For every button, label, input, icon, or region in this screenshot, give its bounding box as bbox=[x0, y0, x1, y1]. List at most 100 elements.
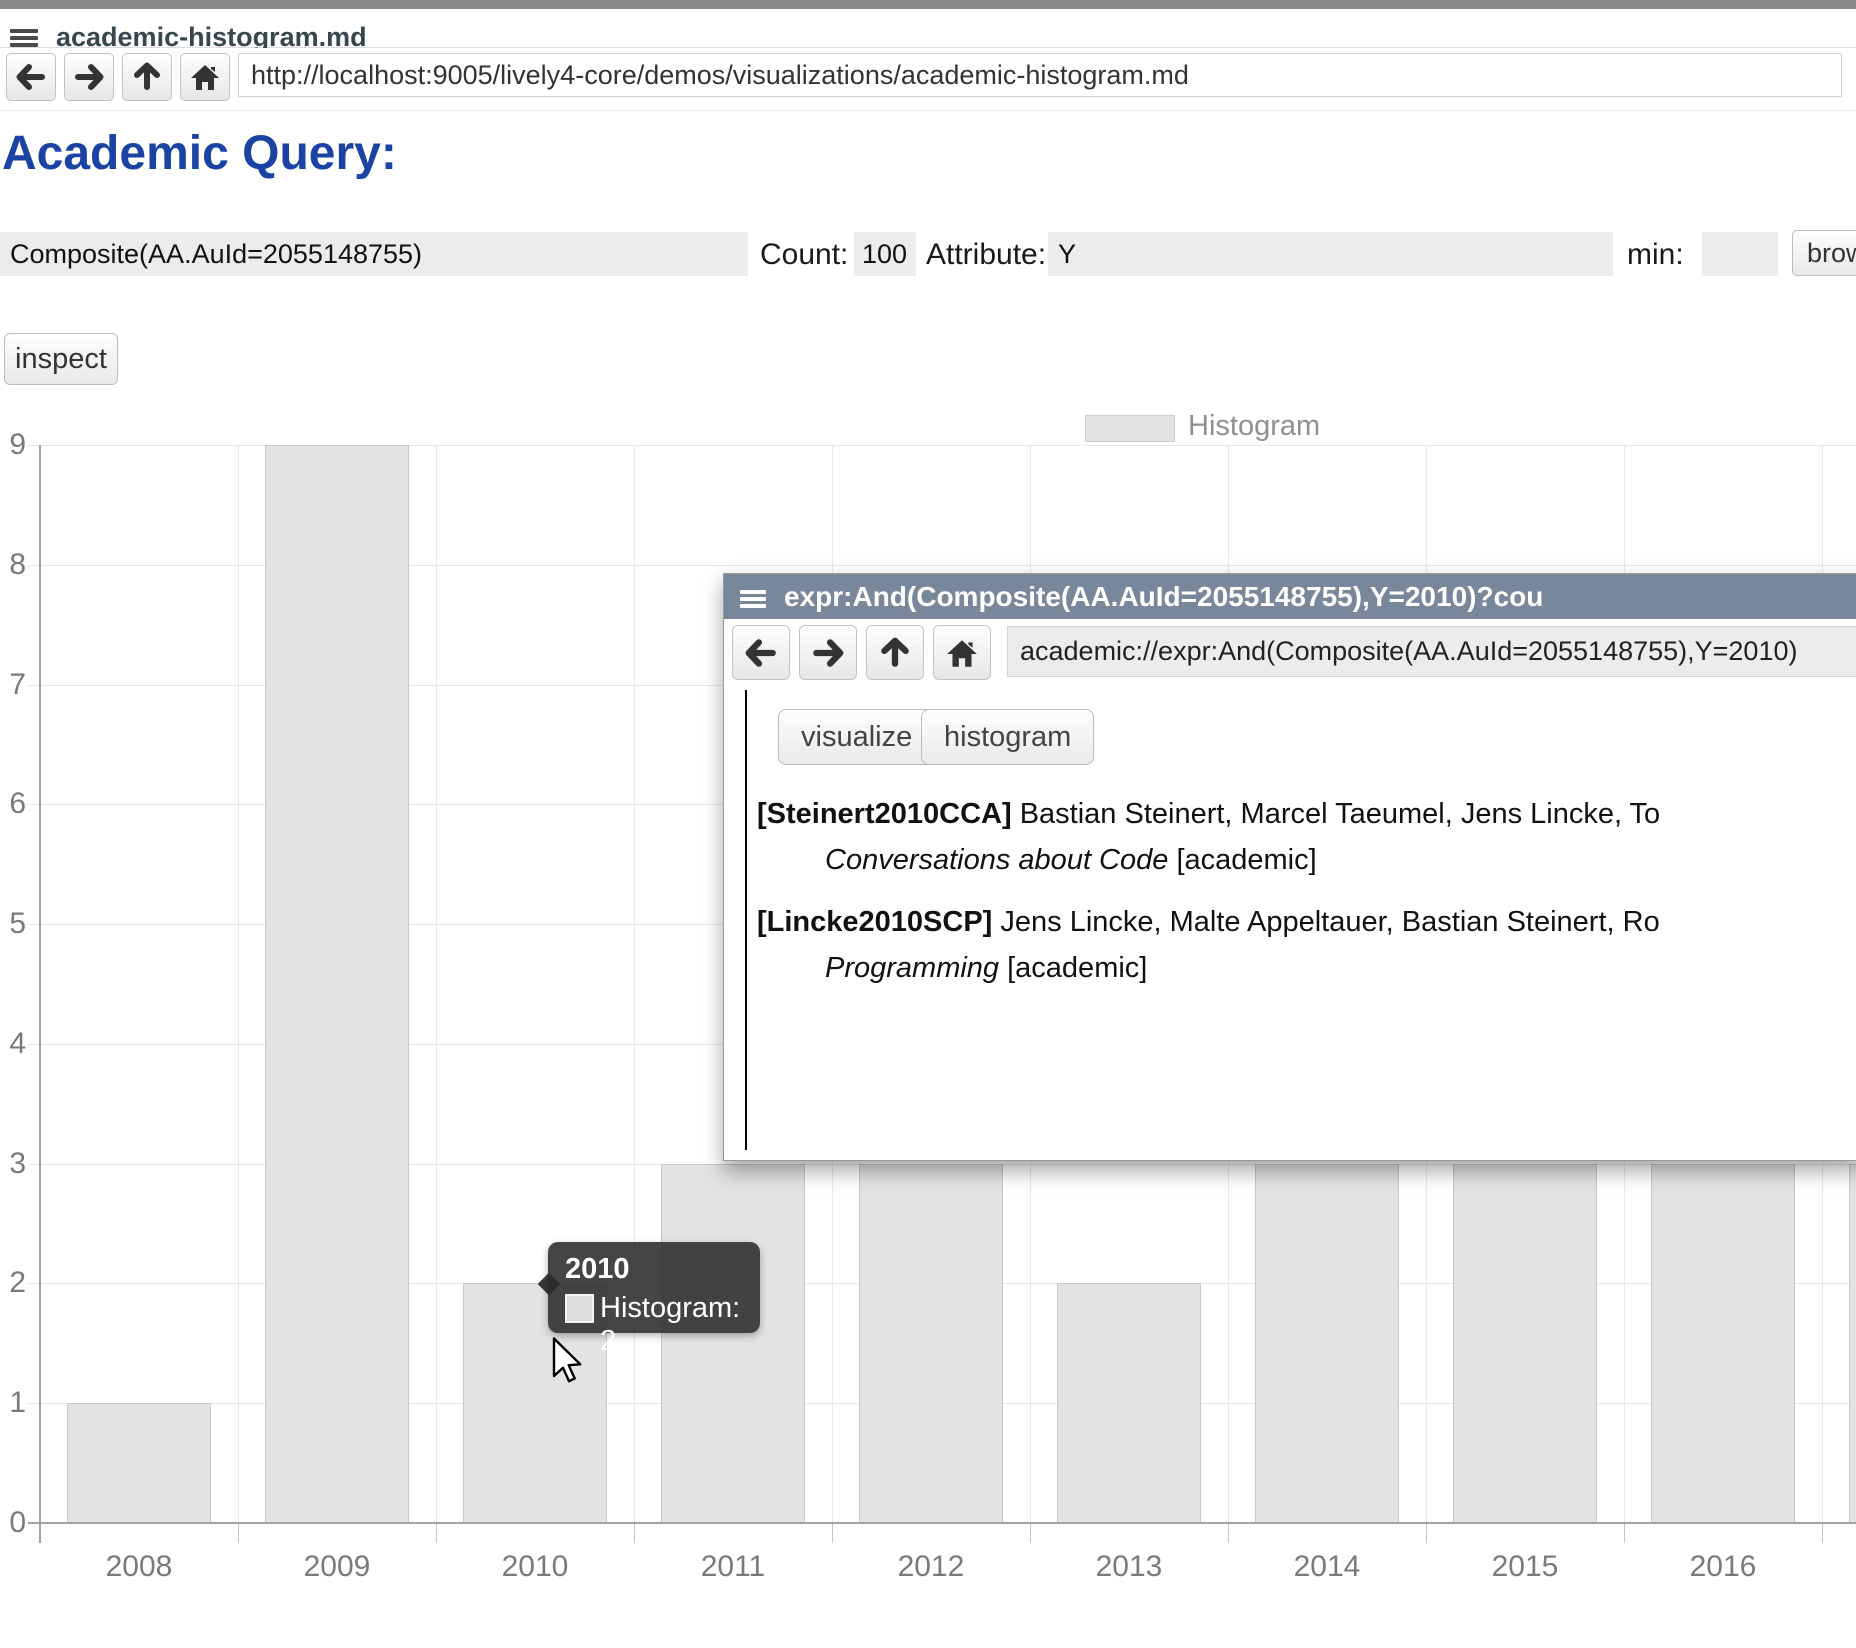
content-vertical-rule bbox=[745, 690, 747, 1150]
histogram-bar-2014[interactable] bbox=[1255, 1164, 1399, 1523]
min-input[interactable] bbox=[1702, 232, 1778, 276]
chart-tooltip: 2010 Histogram: 2 bbox=[548, 1242, 760, 1333]
x-gridline bbox=[238, 445, 239, 1523]
histogram-bar-2012[interactable] bbox=[859, 1164, 1003, 1523]
histogram-bar-2008[interactable] bbox=[67, 1403, 211, 1523]
citation-source-tag: [academic] bbox=[1168, 844, 1316, 876]
citation-list: [Steinert2010CCA] Bastian Steinert, Marc… bbox=[757, 791, 1856, 1007]
arrow-up-icon bbox=[877, 635, 913, 671]
overlay-window-navbar bbox=[724, 619, 1856, 685]
histogram-bar-2016[interactable] bbox=[1651, 1164, 1795, 1523]
histogram-bar-2015[interactable] bbox=[1453, 1164, 1597, 1523]
y-axis-tick-label: 6 bbox=[0, 787, 26, 821]
citation-key: [Steinert2010CCA] bbox=[757, 798, 1012, 830]
screen: { "browser": { "window_title": "academic… bbox=[0, 0, 1856, 1648]
x-axis-tick bbox=[832, 1523, 833, 1543]
query-input[interactable] bbox=[0, 232, 748, 276]
top-screen-edge-strip bbox=[0, 0, 1856, 9]
histogram-bar-2009[interactable] bbox=[265, 445, 409, 1523]
arrow-left-icon bbox=[743, 635, 779, 671]
x-axis-label-2014: 2014 bbox=[1228, 1550, 1426, 1584]
citation-item: [Steinert2010CCA] Bastian Steinert, Marc… bbox=[757, 791, 1856, 883]
home-button[interactable] bbox=[180, 53, 230, 101]
overlay-window-title: expr:And(Composite(AA.AuId=2055148755),Y… bbox=[784, 581, 1543, 613]
arrow-right-icon bbox=[72, 60, 106, 94]
histogram-button[interactable]: histogram bbox=[921, 709, 1094, 765]
citation-line: [Lincke2010SCP] Jens Lincke, Malte Appel… bbox=[757, 899, 1856, 945]
overlay-url-input[interactable] bbox=[1007, 626, 1856, 677]
tooltip-series-swatch-icon bbox=[565, 1294, 594, 1323]
histogram-bar-2013[interactable] bbox=[1057, 1283, 1201, 1523]
arrow-right-icon bbox=[810, 635, 846, 671]
citation-title-line: Programming [academic] bbox=[825, 945, 1856, 991]
y-axis-tick-label: 5 bbox=[0, 907, 26, 941]
x-axis-label-2012: 2012 bbox=[832, 1550, 1030, 1584]
y-axis-tick-label: 1 bbox=[0, 1386, 26, 1420]
citation-title: Programming bbox=[825, 952, 999, 984]
forward-button[interactable] bbox=[799, 625, 857, 680]
home-icon bbox=[188, 60, 222, 94]
url-input[interactable] bbox=[238, 53, 1842, 97]
x-axis-label-2013: 2013 bbox=[1030, 1550, 1228, 1584]
y-axis-tick-label: 0 bbox=[0, 1506, 26, 1540]
citation-key: [Lincke2010SCP] bbox=[757, 906, 992, 938]
tooltip-title: 2010 bbox=[565, 1253, 630, 1286]
x-axis-label-2015: 2015 bbox=[1426, 1550, 1624, 1584]
up-button[interactable] bbox=[122, 53, 172, 101]
x-axis-label-2010: 2010 bbox=[436, 1550, 634, 1584]
hamburger-icon[interactable] bbox=[740, 587, 766, 611]
x-axis-tick bbox=[436, 1523, 437, 1543]
citation-title-line: Conversations about Code [academic] bbox=[825, 837, 1856, 883]
citation-item: [Lincke2010SCP] Jens Lincke, Malte Appel… bbox=[757, 899, 1856, 991]
app-titlebar: academic-histogram.md bbox=[0, 9, 1856, 48]
y-axis-tick-label: 2 bbox=[0, 1266, 26, 1300]
x-axis-tick bbox=[634, 1523, 635, 1543]
min-label: min: bbox=[1627, 238, 1684, 272]
x-axis-label-2008: 2008 bbox=[40, 1550, 238, 1584]
back-button[interactable] bbox=[6, 53, 56, 101]
inspect-button[interactable]: inspect bbox=[4, 333, 118, 385]
y-axis-tick-label: 4 bbox=[0, 1027, 26, 1061]
page-title: Academic Query: bbox=[2, 126, 397, 181]
attribute-label: Attribute: bbox=[926, 238, 1046, 272]
home-icon bbox=[944, 635, 980, 671]
x-gridline bbox=[634, 445, 635, 1523]
mouse-cursor-icon bbox=[551, 1337, 587, 1390]
legend-label: Histogram bbox=[1188, 410, 1320, 443]
x-axis-tick bbox=[1426, 1523, 1427, 1543]
x-axis-label-2011: 2011 bbox=[634, 1550, 832, 1584]
x-gridline bbox=[436, 445, 437, 1523]
y-axis-tick-label: 9 bbox=[0, 428, 26, 462]
x-axis-tick bbox=[1822, 1523, 1823, 1543]
y-axis-tick-label: 8 bbox=[0, 548, 26, 582]
histogram-bar-partial[interactable] bbox=[1849, 1164, 1856, 1523]
overlay-window-titlebar[interactable]: expr:And(Composite(AA.AuId=2055148755),Y… bbox=[724, 574, 1856, 619]
citation-authors: Jens Lincke, Malte Appeltauer, Bastian S… bbox=[992, 906, 1659, 938]
forward-button[interactable] bbox=[64, 53, 114, 101]
count-input[interactable] bbox=[854, 232, 916, 276]
x-axis-line bbox=[28, 1522, 1856, 1524]
citation-title: Conversations about Code bbox=[825, 844, 1168, 876]
y-axis-tick-label: 3 bbox=[0, 1147, 26, 1181]
x-axis-tick bbox=[1228, 1523, 1229, 1543]
back-button[interactable] bbox=[732, 625, 790, 680]
arrow-up-icon bbox=[130, 60, 164, 94]
citation-authors: Bastian Steinert, Marcel Taeumel, Jens L… bbox=[1012, 798, 1661, 830]
browser-navbar bbox=[0, 48, 1856, 111]
x-axis-tick bbox=[1624, 1523, 1625, 1543]
attribute-input[interactable] bbox=[1048, 232, 1613, 276]
legend-swatch-icon bbox=[1085, 415, 1175, 442]
x-axis-tick bbox=[1030, 1523, 1031, 1543]
x-axis-label-2009: 2009 bbox=[238, 1550, 436, 1584]
visualize-button[interactable]: visualize bbox=[778, 709, 935, 765]
overlay-browser-window: expr:And(Composite(AA.AuId=2055148755),Y… bbox=[723, 573, 1856, 1161]
citation-source-tag: [academic] bbox=[999, 952, 1147, 984]
citation-line: [Steinert2010CCA] Bastian Steinert, Marc… bbox=[757, 791, 1856, 837]
y-axis-line bbox=[39, 445, 41, 1543]
home-button[interactable] bbox=[933, 625, 991, 680]
overlay-window-content: visualize histogram [Steinert2010CCA] Ba… bbox=[724, 685, 1856, 1160]
hamburger-icon[interactable] bbox=[10, 26, 38, 50]
x-axis-tick bbox=[238, 1523, 239, 1543]
up-button[interactable] bbox=[866, 625, 924, 680]
browse-button[interactable]: brow bbox=[1792, 230, 1856, 276]
